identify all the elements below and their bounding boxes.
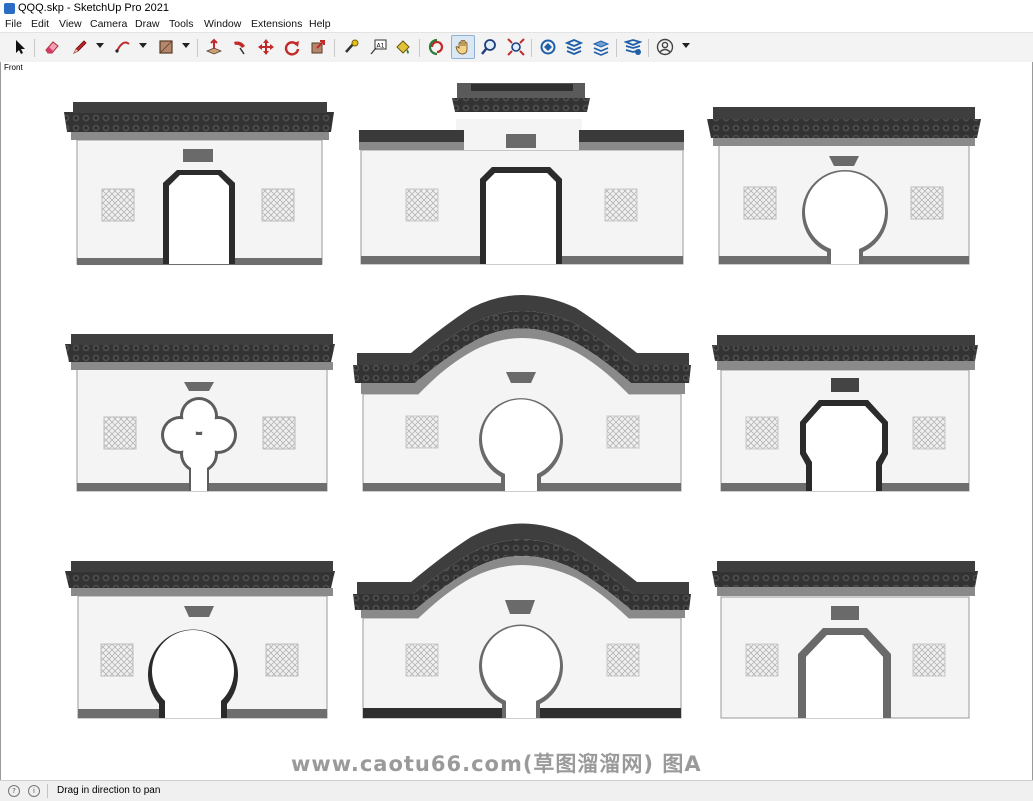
wall-5-curved-roof-gate: [353, 295, 691, 492]
account-icon[interactable]: [654, 36, 676, 58]
toolbar-separator: [648, 39, 649, 57]
status-bar: ? i Drag in direction to pan: [0, 780, 1033, 801]
warehouse-icon[interactable]: [537, 36, 559, 58]
menu-bar: File Edit View Camera Draw Tools Window …: [0, 17, 1033, 32]
move-icon[interactable]: [255, 36, 277, 58]
pan-hand-icon[interactable]: [451, 35, 475, 59]
status-hint: Drag in direction to pan: [57, 785, 161, 796]
layout-icon[interactable]: [590, 36, 612, 58]
account-dropdown-chevron-icon[interactable]: [682, 43, 690, 48]
scale-icon[interactable]: [307, 36, 329, 58]
pencil-dropdown-chevron-icon[interactable]: [96, 43, 104, 48]
svg-text:A1: A1: [377, 43, 385, 50]
main-toolbar: A1: [0, 32, 1033, 64]
toolbar-separator: [616, 39, 617, 57]
arc-dropdown-chevron-icon[interactable]: [139, 43, 147, 48]
wall-1-octagon-gate: [64, 102, 334, 265]
sketchup-app-icon: [4, 3, 15, 14]
menu-edit[interactable]: Edit: [31, 18, 49, 30]
orbit-icon[interactable]: [426, 36, 448, 58]
wall-3-moon-gate: [707, 107, 981, 265]
menu-help[interactable]: Help: [309, 18, 331, 30]
menu-extensions[interactable]: Extensions: [251, 18, 302, 30]
wall-9-octagon-gate: [712, 561, 978, 719]
model-viewport[interactable]: Front www.caotu66.com(草图溜溜网) 图A: [0, 62, 1033, 780]
menu-tools[interactable]: Tools: [169, 18, 194, 30]
menu-camera[interactable]: Camera: [90, 18, 127, 30]
select-tool-icon[interactable]: [9, 36, 31, 58]
menu-window[interactable]: Window: [204, 18, 241, 30]
menu-view[interactable]: View: [59, 18, 82, 30]
toolbar-separator: [531, 39, 532, 57]
model-drawing: [64, 83, 981, 719]
window-title: QQQ.skp - SketchUp Pro 2021: [18, 2, 170, 14]
wall-2-stepped-gate: [359, 83, 684, 265]
paint-bucket-icon[interactable]: [392, 36, 414, 58]
geo-location-icon[interactable]: ?: [8, 785, 20, 797]
extension-warehouse-icon[interactable]: [563, 36, 585, 58]
title-bar: QQQ.skp - SketchUp Pro 2021: [0, 0, 1033, 18]
rectangle-dropdown-chevron-icon[interactable]: [182, 43, 190, 48]
wall-6-octagon-gate: [712, 335, 978, 492]
rotate-icon[interactable]: [281, 36, 303, 58]
info-icon[interactable]: i: [28, 785, 40, 797]
toolbar-separator: [197, 39, 198, 57]
pencil-icon[interactable]: [69, 36, 91, 58]
rectangle-icon[interactable]: [155, 36, 177, 58]
wall-4-quatrefoil-gate: [65, 334, 335, 492]
status-divider: [47, 784, 48, 798]
push-pull-icon[interactable]: [203, 36, 225, 58]
zoom-extents-icon[interactable]: [505, 36, 527, 58]
wall-8-curved-roof-gate: [353, 523, 691, 719]
zoom-icon[interactable]: [478, 36, 500, 58]
extension-manager-icon[interactable]: [622, 36, 644, 58]
watermark-text: www.caotu66.com(草图溜溜网) 图A: [291, 752, 702, 776]
wall-7-moon-gate: [65, 561, 335, 719]
toolbar-separator: [419, 39, 420, 57]
menu-draw[interactable]: Draw: [135, 18, 160, 30]
follow-me-icon[interactable]: [229, 36, 251, 58]
text-icon[interactable]: A1: [367, 36, 389, 58]
eraser-icon[interactable]: [41, 36, 63, 58]
toolbar-separator: [34, 39, 35, 57]
toolbar-separator: [334, 39, 335, 57]
tape-measure-icon[interactable]: [340, 36, 362, 58]
menu-file[interactable]: File: [5, 18, 22, 30]
arc-icon[interactable]: [112, 36, 134, 58]
